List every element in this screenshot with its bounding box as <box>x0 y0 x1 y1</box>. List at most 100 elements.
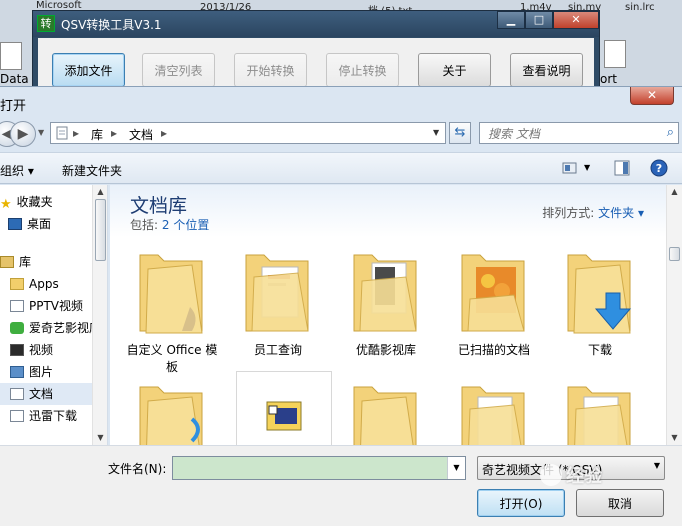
folder-tile[interactable]: 员工查询 <box>228 239 328 379</box>
folder-tile[interactable] <box>122 371 222 445</box>
scroll-down-icon[interactable]: ▼ <box>93 431 107 445</box>
pictures-icon <box>10 366 24 378</box>
nav-label: 库 <box>19 255 32 269</box>
paw-logo-icon <box>540 464 562 486</box>
organize-menu[interactable]: 组织 ▾ <box>0 162 34 179</box>
address-dropdown-icon[interactable]: ▼ <box>433 128 439 137</box>
document-icon <box>56 126 68 140</box>
stop-convert-button[interactable]: 停止转换 <box>326 53 399 87</box>
close-button[interactable]: ✕ <box>553 11 599 29</box>
content-scrollbar[interactable]: ▲ ▼ <box>666 185 682 445</box>
folder-icon <box>461 254 525 332</box>
folder-tile[interactable]: 下载 <box>550 239 650 379</box>
nav-label: 桌面 <box>27 217 52 231</box>
scrollbar-thumb[interactable] <box>95 199 106 261</box>
folder-tile[interactable] <box>550 371 650 445</box>
scroll-up-icon[interactable]: ▲ <box>667 185 682 199</box>
desktop-file-icon[interactable] <box>0 42 22 70</box>
library-content-pane: 文档库 包括: 2 个位置 排列方式: 文件夹 ▾ 自定义 Office 模板 <box>110 185 682 445</box>
desktop-icon <box>8 218 22 230</box>
filename-combobox[interactable]: ▼ <box>172 456 466 480</box>
includes-locations-link[interactable]: 2 个位置 <box>162 218 209 232</box>
folder-label: 员工查询 <box>253 343 302 357</box>
folder-tile[interactable]: 自定义 Office 模板 <box>122 239 222 379</box>
about-button[interactable]: 关于 <box>418 53 491 87</box>
help-icon[interactable]: ? <box>650 159 668 177</box>
preview-pane-icon[interactable] <box>614 160 630 176</box>
nav-item-pictures[interactable]: 图片 <box>0 361 92 383</box>
nav-item-documents[interactable]: 文档 <box>0 383 92 405</box>
includes-label: 包括: <box>130 218 159 232</box>
clear-list-button[interactable]: 清空列表 <box>142 53 215 87</box>
nav-label: 视频 <box>29 343 54 357</box>
qsv-titlebar[interactable]: 转 QSV转换工具V3.1 ▁ □ ✕ <box>33 11 599 37</box>
navigation-pane: ★ 收藏夹 桌面 库 Apps PPTV视频 爱奇艺影视库 视频 图片 文档 迅雷… <box>0 185 108 445</box>
new-folder-button[interactable]: 新建文件夹 <box>62 162 122 179</box>
nav-favorites[interactable]: ★ 收藏夹 <box>0 191 92 213</box>
search-box[interactable]: ⌕ <box>479 122 679 144</box>
minimize-button[interactable]: ▁ <box>497 11 525 29</box>
desktop-file-label: sin.lrc <box>625 2 655 13</box>
recent-locations-dropdown-icon[interactable]: ▼ <box>38 128 44 137</box>
file-tile[interactable] <box>236 371 332 445</box>
start-convert-button[interactable]: 开始转换 <box>234 53 307 87</box>
refresh-button[interactable]: ⇆ <box>449 122 471 144</box>
scroll-down-icon[interactable]: ▼ <box>667 431 682 445</box>
nav-item-videos[interactable]: 视频 <box>0 339 92 361</box>
document-icon <box>10 410 24 422</box>
library-title: 文档库 <box>130 195 188 217</box>
folder-tile[interactable]: 已扫描的文档 <box>444 239 544 379</box>
add-file-button[interactable]: 添加文件 <box>52 53 125 87</box>
nav-desktop[interactable]: 桌面 <box>0 213 92 235</box>
view-options-icon[interactable] <box>562 161 578 175</box>
folder-icon <box>245 254 309 332</box>
folder-icon <box>10 278 24 290</box>
forward-button[interactable]: ▶ <box>10 121 36 147</box>
folder-tile[interactable] <box>336 371 436 445</box>
view-dropdown-icon[interactable]: ▼ <box>584 163 590 172</box>
search-input[interactable] <box>488 126 648 141</box>
iqiyi-icon <box>10 322 24 334</box>
minimize-icon: ▁ <box>506 13 516 26</box>
folder-tile[interactable]: 优酷影视库 <box>336 239 436 379</box>
dialog-toolbar: 组织 ▾ 新建文件夹 ▼ ? <box>0 152 682 184</box>
nav-item-xunlei[interactable]: 迅雷下载 <box>0 405 92 427</box>
arrange-by-dropdown[interactable]: 文件夹 ▾ <box>598 206 644 220</box>
app-logo-icon: 转 <box>37 15 55 32</box>
nav-item-apps[interactable]: Apps <box>0 273 92 295</box>
nav-label: 爱奇艺影视库 <box>29 321 102 335</box>
video-icon <box>10 344 24 356</box>
forward-arrow-icon: ▶ <box>17 126 29 142</box>
close-icon: ✕ <box>646 88 658 102</box>
library-includes: 包括: 2 个位置 <box>130 216 209 233</box>
view-help-button[interactable]: 查看说明 <box>510 53 583 87</box>
nav-item-iqiyi[interactable]: 爱奇艺影视库 <box>0 317 101 339</box>
nav-label: 迅雷下载 <box>29 409 78 423</box>
open-button[interactable]: 打开(O) <box>477 489 565 517</box>
arrange-label: 排列方式: <box>542 206 595 220</box>
folder-icon <box>567 386 631 445</box>
filename-input[interactable] <box>177 460 441 476</box>
breadcrumb-separator-icon: ▸ <box>73 126 80 140</box>
breadcrumb-documents[interactable]: 文档 <box>129 126 153 143</box>
nav-libraries[interactable]: 库 <box>0 251 92 273</box>
qsv-tool-window: 转 QSV转换工具V3.1 ▁ □ ✕ 添加文件 清空列表 开始转换 停止转换 … <box>32 10 600 96</box>
scrollbar-thumb[interactable] <box>669 247 680 261</box>
document-icon <box>10 388 24 400</box>
nav-item-pptv[interactable]: PPTV视频 <box>0 295 92 317</box>
folder-tile[interactable] <box>444 371 544 445</box>
desktop-file-icon[interactable] <box>604 40 626 68</box>
cancel-button[interactable]: 取消 <box>576 489 664 517</box>
search-icon: ⌕ <box>666 125 674 140</box>
chevron-down-icon[interactable]: ▼ <box>447 457 465 479</box>
nav-pane-scrollbar[interactable]: ▲ ▼ <box>92 185 107 445</box>
breadcrumb-library[interactable]: 库 <box>91 126 103 143</box>
breadcrumb-separator-icon: ▸ <box>161 126 168 140</box>
library-header: 文档库 包括: 2 个位置 排列方式: 文件夹 ▾ <box>110 185 682 237</box>
address-bar[interactable]: ▸ 库 ▸ 文档 ▸ ▼ <box>50 122 446 144</box>
scroll-up-icon[interactable]: ▲ <box>93 185 107 199</box>
nav-label: PPTV视频 <box>29 299 84 313</box>
dialog-close-button[interactable]: ✕ <box>630 87 674 105</box>
star-icon: ★ <box>0 197 12 212</box>
maximize-button[interactable]: □ <box>525 11 553 29</box>
